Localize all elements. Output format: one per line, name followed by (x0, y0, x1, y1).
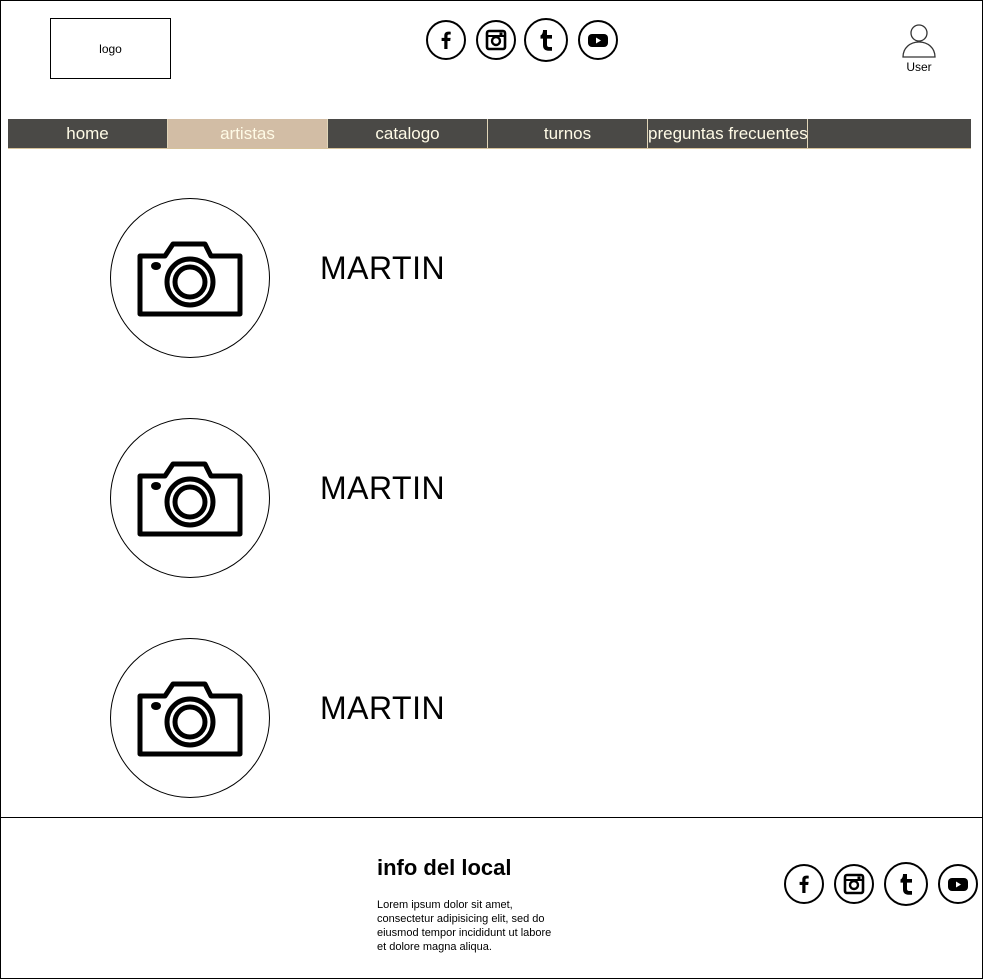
facebook-icon[interactable] (426, 20, 466, 60)
footer-social-links (784, 862, 978, 906)
nav-item-preguntas-frecuentes[interactable]: preguntas frecuentes (648, 119, 808, 148)
nav-item-home[interactable]: home (8, 119, 168, 148)
artist-name[interactable]: MARTIN (320, 690, 445, 727)
instagram-icon[interactable] (476, 20, 516, 60)
instagram-icon[interactable] (834, 864, 874, 904)
artist-photo[interactable] (110, 638, 270, 798)
user-icon (902, 24, 936, 58)
logo[interactable]: logo (50, 18, 171, 79)
artist-name[interactable]: MARTIN (320, 470, 445, 507)
youtube-icon[interactable] (938, 864, 978, 904)
camera-icon (137, 461, 243, 537)
user-menu[interactable]: User (896, 22, 942, 74)
tumblr-icon[interactable] (524, 18, 568, 62)
header-social-links (426, 18, 618, 62)
artist-photo[interactable] (110, 418, 270, 578)
camera-icon (137, 681, 243, 757)
tumblr-icon[interactable] (884, 862, 928, 906)
artist-photo[interactable] (110, 198, 270, 358)
youtube-icon[interactable] (578, 20, 618, 60)
camera-icon (137, 241, 243, 317)
artist-name[interactable]: MARTIN (320, 250, 445, 287)
artist-card: MARTIN (110, 198, 530, 358)
user-label: User (906, 60, 932, 74)
logo-text: logo (99, 41, 122, 56)
nav-item-turnos[interactable]: turnos (488, 119, 648, 148)
footer-divider (0, 817, 983, 818)
footer-text: Lorem ipsum dolor sit amet, consectetur … (377, 899, 552, 953)
nav-item-artistas[interactable]: artistas (168, 119, 328, 148)
artist-card: MARTIN (110, 638, 530, 798)
footer-title: info del local (377, 855, 512, 880)
facebook-icon[interactable] (784, 864, 824, 904)
main-nav: home artistas catalogo turnos preguntas … (8, 119, 971, 149)
nav-item-catalogo[interactable]: catalogo (328, 119, 488, 148)
artist-card: MARTIN (110, 418, 530, 578)
